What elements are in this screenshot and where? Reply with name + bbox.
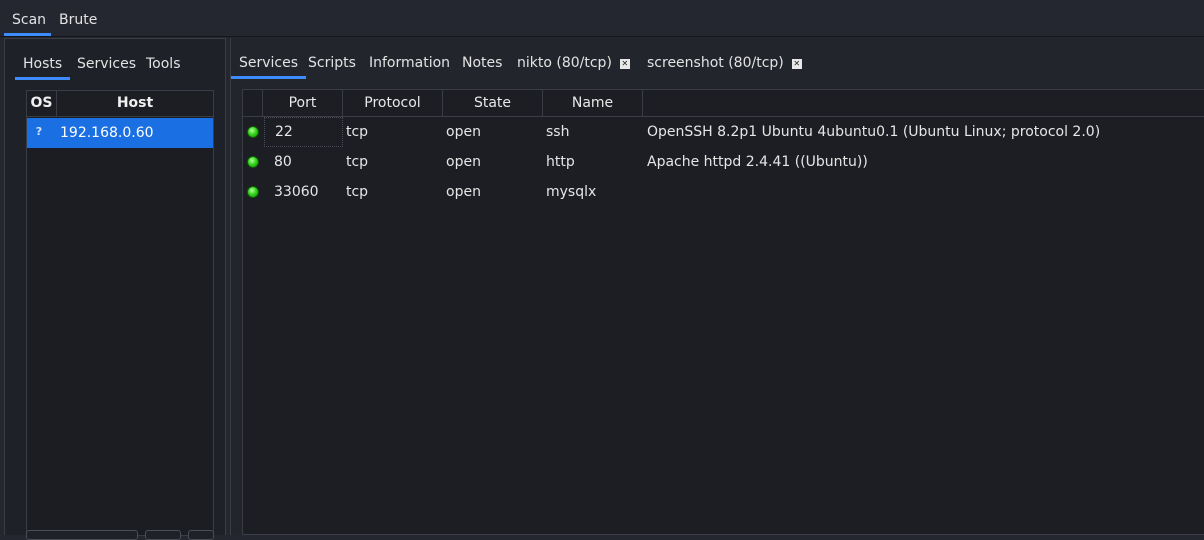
column-header-status[interactable] [243, 90, 263, 117]
column-header-name[interactable]: Name [543, 90, 643, 117]
host-panel-button[interactable] [188, 530, 214, 540]
name-cell: mysqlx [546, 184, 597, 200]
port-cell: 22 [264, 117, 343, 147]
main-tab-bar: Scan Brute [0, 6, 1204, 37]
tab-screenshot-label: screenshot (80/tcp) [647, 55, 784, 71]
table-row[interactable]: 22 tcp open ssh OpenSSH 8.2p1 Ubuntu 4ub… [243, 117, 1204, 147]
tab-scan-label: Scan [12, 12, 47, 28]
column-header-os[interactable]: OS [27, 91, 57, 117]
column-header-protocol[interactable]: Protocol [343, 90, 443, 117]
tab-left-services[interactable]: Services [69, 50, 144, 80]
tab-left-services-label: Services [77, 56, 137, 72]
service-details-panel: Services Scripts Information Notes nikto… [230, 38, 1204, 535]
tab-hosts[interactable]: Hosts [15, 50, 71, 80]
tab-hosts-label: Hosts [23, 56, 63, 72]
protocol-cell: tcp [346, 184, 369, 200]
tab-tools[interactable]: Tools [138, 50, 189, 80]
open-port-status-icon [247, 186, 259, 198]
tab-nikto-label: nikto (80/tcp) [517, 55, 612, 71]
host-row[interactable]: ? 192.168.0.60 [27, 118, 213, 148]
tab-scripts-label: Scripts [308, 55, 356, 71]
protocol-cell: tcp [346, 124, 369, 140]
column-header-state[interactable]: State [443, 90, 543, 117]
tab-brute[interactable]: Brute [51, 6, 105, 36]
open-port-status-icon [247, 126, 259, 138]
tab-services-label: Services [239, 55, 299, 71]
host-panel-button[interactable] [26, 530, 138, 540]
version-cell: OpenSSH 8.2p1 Ubuntu 4ubuntu0.1 (Ubuntu … [647, 124, 1101, 140]
services-table: Port Protocol State Name 22 tcp open ssh… [242, 89, 1204, 535]
state-cell: open [446, 154, 481, 170]
tab-services[interactable]: Services [231, 49, 307, 79]
host-address: 192.168.0.60 [60, 125, 154, 141]
table-row[interactable]: 33060 tcp open mysqlx [243, 177, 1204, 207]
column-header-version[interactable] [643, 90, 1204, 117]
tab-scan[interactable]: Scan [4, 6, 51, 36]
column-header-host[interactable]: Host [57, 91, 213, 117]
name-cell: http [546, 154, 575, 170]
tab-notes-label: Notes [462, 55, 503, 71]
host-panel-button[interactable] [145, 530, 181, 540]
tab-screenshot[interactable]: screenshot (80/tcp) ✕ [639, 49, 810, 79]
protocol-cell: tcp [346, 154, 369, 170]
close-icon[interactable]: ✕ [619, 59, 630, 69]
table-row[interactable]: 80 tcp open http Apache httpd 2.4.41 ((U… [243, 147, 1204, 177]
name-cell: ssh [546, 124, 570, 140]
version-cell: Apache httpd 2.4.41 ((Ubuntu)) [647, 154, 868, 170]
hosts-table: OS Host ? 192.168.0.60 [26, 90, 214, 536]
tab-scripts[interactable]: Scripts [300, 49, 364, 79]
column-header-port[interactable]: Port [263, 90, 343, 117]
tab-information[interactable]: Information [361, 49, 458, 79]
close-icon[interactable]: ✕ [791, 59, 802, 69]
tab-tools-label: Tools [146, 56, 181, 72]
open-port-status-icon [247, 156, 259, 168]
port-cell: 33060 [274, 184, 319, 200]
tab-information-label: Information [369, 55, 451, 71]
tab-brute-label: Brute [59, 12, 98, 28]
state-cell: open [446, 124, 481, 140]
port-cell: 80 [274, 154, 292, 170]
unknown-os-icon: ? [35, 125, 43, 138]
tab-notes[interactable]: Notes [454, 49, 510, 79]
hosts-panel: Hosts Services Tools OS Host ? 192.168.0… [4, 38, 226, 536]
state-cell: open [446, 184, 481, 200]
tab-nikto[interactable]: nikto (80/tcp) ✕ [509, 49, 638, 79]
